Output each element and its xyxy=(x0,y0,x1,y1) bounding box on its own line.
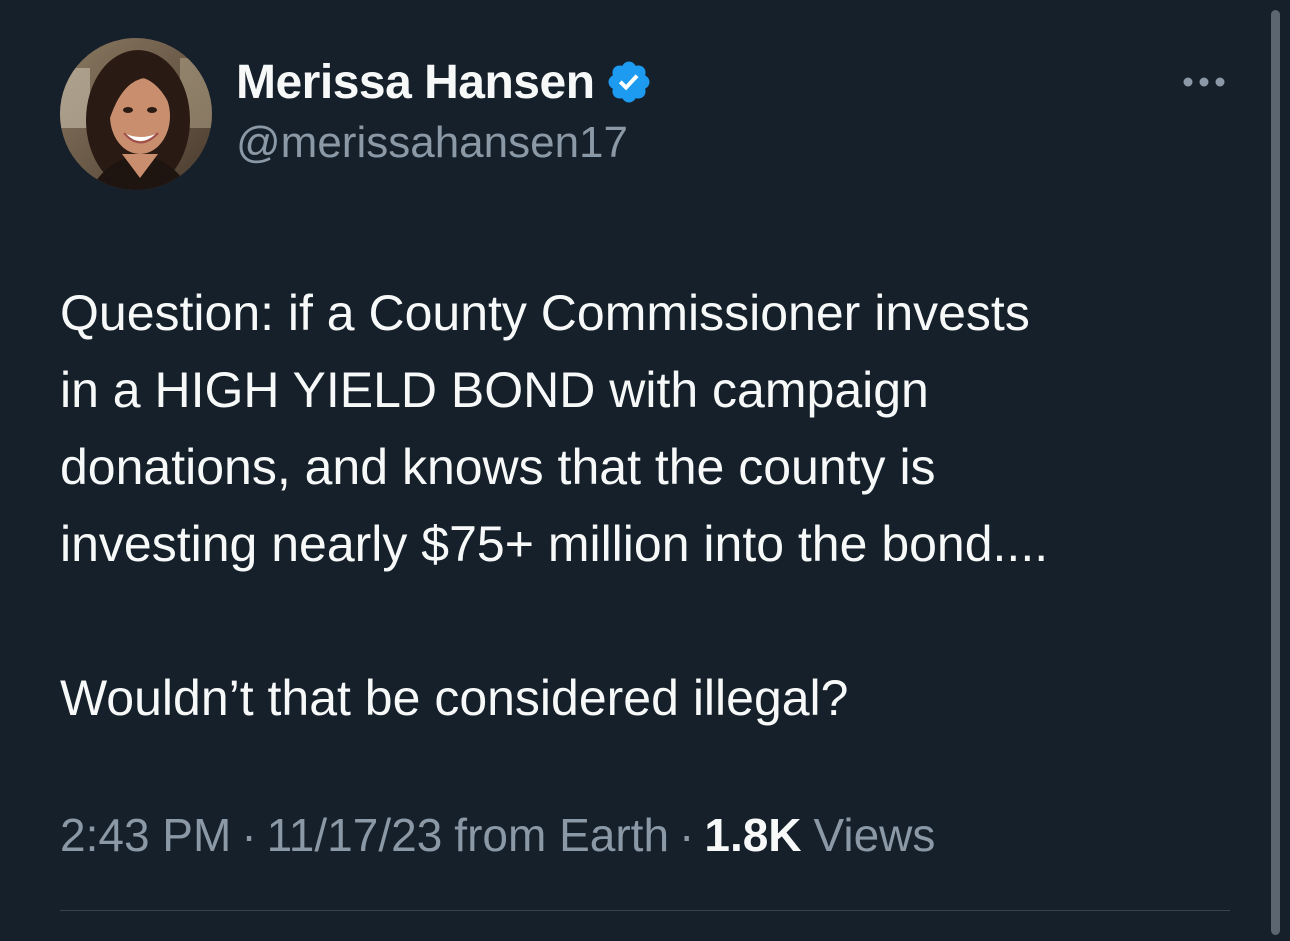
tweet-text: Question: if a County Commissioner inves… xyxy=(60,275,1240,737)
scrollbar[interactable] xyxy=(1271,10,1280,935)
author-handle[interactable]: @merissahansen17 xyxy=(236,118,628,168)
tweet-text-line: donations, and knows that the county is xyxy=(60,439,936,495)
tweet-card: Merissa Hansen @merissahansen17 Question… xyxy=(0,0,1290,941)
views-count[interactable]: 1.8K xyxy=(704,808,801,862)
tweet-text-line: in a HIGH YIELD BOND with campaign xyxy=(60,362,929,418)
tweet-text-line: investing nearly $75+ million into the b… xyxy=(60,516,1049,572)
verified-badge-icon[interactable] xyxy=(605,58,653,106)
meta-separator: · xyxy=(679,809,695,861)
more-options-button[interactable] xyxy=(1176,62,1232,102)
avatar-image xyxy=(60,38,212,190)
tweet-text-line: Wouldn’t that be considered illegal? xyxy=(60,670,849,726)
tweet-time[interactable]: 2:43 PM xyxy=(60,808,231,862)
meta-separator: · xyxy=(241,809,257,861)
more-options-icon xyxy=(1183,77,1225,87)
divider xyxy=(60,910,1230,911)
tweet-source: from Earth xyxy=(454,809,670,861)
avatar[interactable] xyxy=(60,38,212,190)
tweet-date[interactable]: 11/17/23 xyxy=(267,808,443,862)
author-name-row: Merissa Hansen xyxy=(236,52,653,112)
tweet-meta: 2:43 PM · 11/17/23 from Earth · 1.8K Vie… xyxy=(60,808,935,862)
display-name[interactable]: Merissa Hansen xyxy=(236,55,595,110)
tweet-text-line: Question: if a County Commissioner inves… xyxy=(60,285,1030,341)
views-label: Views xyxy=(813,809,936,861)
